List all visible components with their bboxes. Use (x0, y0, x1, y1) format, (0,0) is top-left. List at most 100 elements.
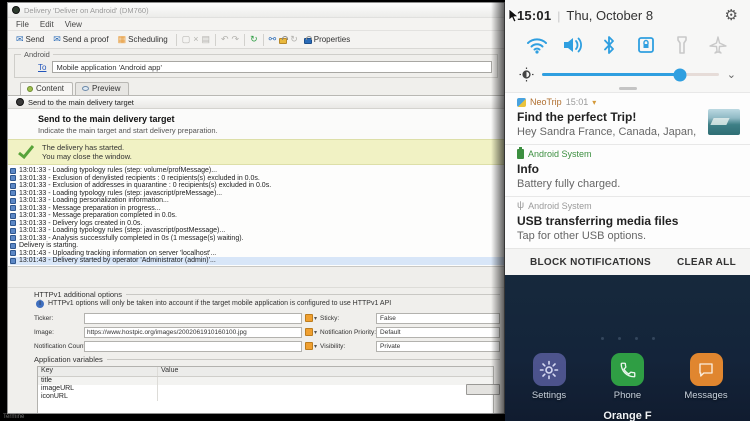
clear-all-button[interactable]: CLEAR ALL (677, 257, 736, 268)
sync-icon[interactable]: ↻ (290, 35, 298, 44)
log-row[interactable]: 13:01:33 - Message preparation completed… (10, 212, 504, 220)
table-row[interactable]: imageURL (38, 384, 493, 393)
slider-thumb[interactable] (673, 68, 687, 81)
rotation-lock-icon[interactable] (634, 33, 658, 57)
app-settings[interactable]: Settings (527, 353, 571, 401)
app-label: Settings (531, 390, 567, 401)
notification-neotrip[interactable]: NeoTrip 15:01 ▾ Find the perfect Trip! H… (505, 92, 750, 144)
window-titlebar: Delivery 'Deliver on Android' (DM760) (8, 3, 504, 18)
copy-icon[interactable]: ▢ (182, 35, 191, 44)
cut-icon[interactable]: × (193, 35, 198, 44)
menu-edit[interactable]: Edit (40, 20, 54, 29)
scheduling-button[interactable]: ▦ Scheduling (115, 34, 171, 45)
to-link[interactable]: To (38, 63, 46, 72)
carrier-label: Orange F (603, 410, 652, 421)
log-row[interactable]: 13:01:33 - Exclusion of denylisted recip… (10, 175, 504, 183)
log-row[interactable]: 13:01:33 - Loading typology rules (step:… (10, 227, 504, 235)
redo-icon[interactable]: ↷ (232, 35, 240, 44)
delivery-window: Delivery 'Deliver on Android' (DM760) Fi… (7, 2, 505, 414)
visibility-label: Visibility: (320, 342, 346, 350)
save-icon[interactable]: ▤ (201, 35, 210, 44)
hierarchy-icon[interactable]: ⚯ (269, 35, 277, 44)
bluetooth-icon[interactable] (597, 33, 621, 57)
log-row[interactable]: 13:01:33 - Exclusion of addresses in qua… (10, 182, 504, 190)
notification-battery[interactable]: Android System Info Battery fully charge… (505, 144, 750, 196)
brightness-slider[interactable] (542, 68, 719, 81)
airplane-icon[interactable] (706, 33, 730, 57)
log-row[interactable]: Delivery is starting. (10, 242, 504, 250)
block-notifications-button[interactable]: BLOCK NOTIFICATIONS (530, 257, 651, 268)
notification-count-input[interactable] (84, 340, 302, 352)
wizard-bar-title: Send to the main delivery target (28, 97, 134, 107)
menu-view[interactable]: View (65, 20, 82, 29)
chevron-down-icon: ▾ (314, 315, 318, 322)
gear-icon[interactable]: ⚙ (725, 8, 738, 23)
properties-label: Properties (313, 35, 351, 44)
image-picker[interactable]: ▾ (305, 328, 317, 336)
tab-content[interactable]: Content (20, 82, 74, 95)
log-row-selected[interactable]: 13:01:43 - Delivery started by operator … (10, 257, 504, 265)
log-row[interactable]: 13:01:43 - Uploading tracking informatio… (10, 250, 504, 258)
table-row[interactable]: title (38, 376, 493, 385)
flashlight-icon[interactable] (670, 33, 694, 57)
yellow-lock-icon[interactable] (279, 36, 288, 44)
info-icon (10, 197, 16, 204)
ticker-picker[interactable]: ▾ (305, 314, 317, 322)
image-input[interactable]: https://www.hostpic.org/images/200206191… (84, 326, 302, 338)
chevron-down-icon: ▾ (314, 343, 318, 350)
notification-usb[interactable]: ψ Android System USB transferring media … (505, 196, 750, 248)
phone-handset-icon (620, 362, 635, 377)
refresh-icon[interactable]: ↻ (250, 35, 258, 44)
log-row[interactable]: 13:01:33 - Loading typology rules (step:… (10, 190, 504, 198)
volume-icon[interactable] (561, 33, 585, 57)
notification-actions: BLOCK NOTIFICATIONS CLEAR ALL (505, 248, 750, 275)
scheduling-label: Scheduling (128, 35, 168, 44)
expand-chevron-icon[interactable]: ▾ (592, 98, 596, 107)
undo-icon[interactable]: ↶ (221, 35, 229, 44)
picker-icon (305, 328, 313, 336)
phone-shadow (491, 0, 505, 421)
log-row[interactable]: 13:01:33 - Loading typology rules (step:… (10, 167, 504, 175)
brightness-row: ⌄ (505, 63, 750, 84)
wifi-icon[interactable] (525, 33, 549, 57)
log-row[interactable]: 13:01:33 - Delivery logs created in 0.0s… (10, 220, 504, 228)
app-phone[interactable]: Phone (606, 353, 650, 401)
neotrip-app-icon (517, 97, 526, 107)
app-messages[interactable]: Messages (684, 353, 728, 401)
send-button[interactable]: ✉ Send (13, 34, 47, 45)
log-row[interactable]: 13:01:33 - Analysis successfully complet… (10, 235, 504, 243)
notification-app-name: Android System (528, 149, 592, 159)
toolbar-separator (215, 33, 216, 46)
usb-icon: ψ (517, 200, 525, 211)
section-divider (8, 265, 504, 288)
info-icon (10, 227, 16, 234)
wizard-step-icon (16, 98, 24, 106)
visibility-input[interactable]: Private (376, 340, 500, 352)
log-row[interactable]: 13:01:33 - Message preparation in progre… (10, 205, 504, 213)
send-proof-button[interactable]: ✉ Send a proof (50, 34, 111, 45)
menu-file[interactable]: File (16, 20, 29, 29)
chevron-down-icon[interactable]: ⌄ (727, 68, 736, 81)
shade-drag-handle[interactable] (618, 87, 637, 90)
notification-title: Info (517, 162, 539, 176)
table-row[interactable]: iconURL (38, 392, 493, 401)
send-button-label: Send (25, 35, 45, 44)
mouse-cursor (508, 8, 519, 23)
info-icon (10, 212, 16, 219)
info-icon (10, 167, 16, 174)
tab-bar: Content Preview (8, 81, 504, 96)
android-notification-shade: 15:01 | Thu, October 8 ⚙ ⌄ NeoTrip 15:01… (505, 0, 750, 421)
sticky-input[interactable]: False (376, 312, 500, 324)
priority-input[interactable]: Default (376, 326, 500, 338)
ticker-input[interactable] (84, 312, 302, 324)
properties-button[interactable]: Properties (301, 34, 353, 45)
toolbar-separator (262, 33, 264, 46)
recipient-field[interactable]: Mobile application 'Android app' (52, 61, 492, 73)
home-screen: Settings Phone Messages Orange F (505, 275, 750, 421)
window-title: Delivery 'Deliver on Android' (DM760) (24, 5, 149, 15)
page-indicator (505, 337, 750, 340)
log-row[interactable]: 13:01:33 - Loading personalization infor… (10, 197, 504, 205)
tab-preview[interactable]: Preview (75, 82, 130, 95)
application-variables-table[interactable]: Key Value title imageURL iconURL (37, 365, 494, 413)
count-picker[interactable]: ▾ (305, 342, 317, 350)
